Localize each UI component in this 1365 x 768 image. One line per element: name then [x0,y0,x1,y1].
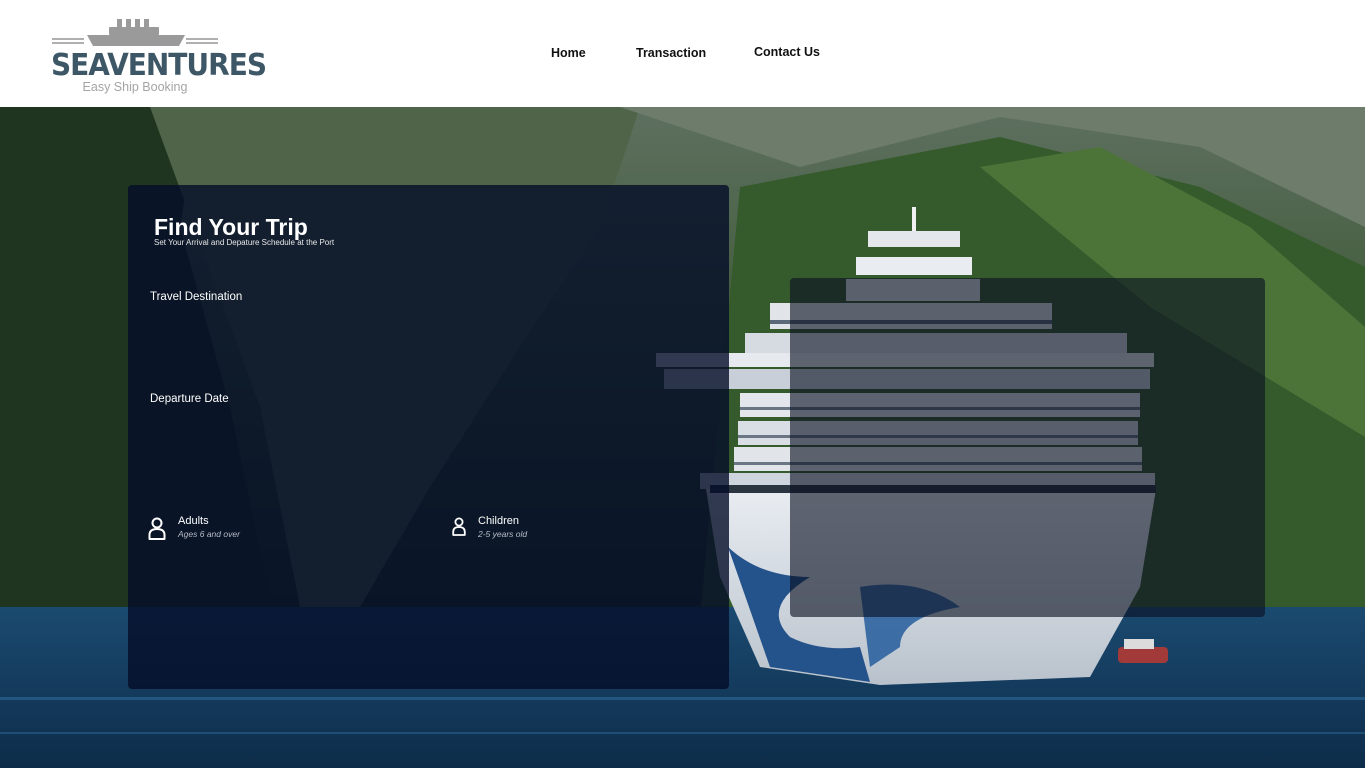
site-header: SEAVENTURES Easy Ship Booking Home Trans… [0,0,1365,107]
brand-logo[interactable]: SEAVENTURES Easy Ship Booking [51,17,267,97]
adults-age-note: Ages 6 and over [178,529,240,539]
adults-label: Adults [178,515,209,527]
side-overlay-panel [790,278,1265,617]
nav-contact-link[interactable]: Contact Us [754,45,820,59]
children-label: Children [478,515,519,527]
trip-search-panel: Find Your Trip Set Your Arrival and Depa… [128,185,729,689]
person-icon [452,517,466,536]
departure-date-label[interactable]: Departure Date [150,393,229,405]
panel-subtitle: Set Your Arrival and Depature Schedule a… [154,238,335,247]
nav-transaction-link[interactable]: Transaction [636,46,706,60]
brand-tagline: Easy Ship Booking [82,80,188,94]
panel-title: Find Your Trip [154,214,308,240]
person-icon [148,517,166,540]
children-age-note: 2-5 years old [478,529,528,539]
travel-destination-label[interactable]: Travel Destination [150,291,242,303]
nav-home-link[interactable]: Home [551,46,586,60]
brand-name: SEAVENTURES [51,46,267,83]
